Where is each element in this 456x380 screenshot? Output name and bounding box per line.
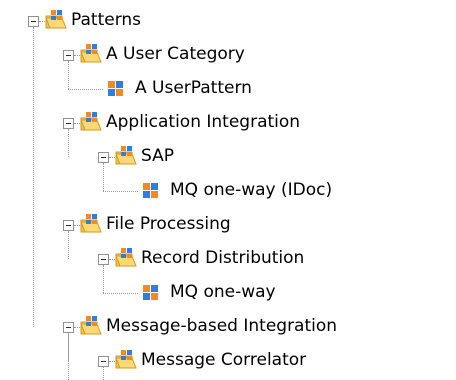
tree-node-label: A User Category	[106, 44, 245, 64]
collapse-minus-icon[interactable]	[63, 220, 74, 231]
folder-pattern-icon	[80, 315, 102, 337]
folder-pattern-icon	[115, 349, 137, 371]
tree-node-label: MQ one-way	[170, 282, 276, 302]
tree-node-label: A UserPattern	[135, 78, 252, 98]
collapse-minus-icon[interactable]	[98, 152, 109, 163]
tree-node-label: Record Distribution	[141, 248, 305, 268]
tree-node-label: Message-based Integration	[106, 316, 338, 336]
collapse-minus-icon[interactable]	[63, 50, 74, 61]
tree-node-label: Message Correlator	[141, 350, 307, 370]
tree-connector-line	[103, 293, 138, 294]
tree-pattern-node[interactable]: MQ one-way (IDoc)	[0, 174, 456, 208]
folder-pattern-icon	[115, 247, 137, 269]
collapse-minus-icon[interactable]	[63, 118, 74, 129]
pattern-icon	[143, 285, 158, 300]
folder-pattern-icon	[80, 43, 102, 65]
collapse-minus-icon[interactable]	[63, 322, 74, 333]
pattern-icon	[108, 81, 123, 96]
tree-node-label: MQ one-way (IDoc)	[170, 180, 333, 200]
folder-pattern-icon	[45, 9, 67, 31]
folder-pattern-icon	[115, 145, 137, 167]
pattern-tree: Patterns A User Category A UserPattern A…	[0, 0, 456, 380]
tree-node-label: SAP	[141, 146, 174, 166]
tree-connector-line	[68, 89, 103, 90]
tree-connector-line	[68, 129, 69, 157]
folder-pattern-icon	[80, 213, 102, 235]
tree-node-label: Application Integration	[106, 112, 301, 132]
collapse-minus-icon[interactable]	[98, 356, 109, 367]
tree-pattern-node[interactable]: MQ one-way	[0, 276, 456, 310]
tree-connector-line	[68, 61, 69, 89]
tree-connector-line	[33, 27, 34, 327]
tree-node-label: Patterns	[71, 10, 142, 30]
tree-folder-node[interactable]: Patterns	[0, 4, 456, 38]
collapse-minus-icon[interactable]	[28, 16, 39, 27]
tree-connector-line	[68, 333, 69, 380]
pattern-icon	[143, 183, 158, 198]
tree-connector-line	[68, 231, 69, 259]
folder-pattern-icon	[80, 111, 102, 133]
tree-connector-line	[103, 367, 104, 380]
tree-connector-line	[103, 191, 138, 192]
tree-connector-line	[103, 163, 104, 191]
tree-connector-line	[103, 265, 104, 293]
tree-node-label: File Processing	[106, 214, 231, 234]
collapse-minus-icon[interactable]	[98, 254, 109, 265]
